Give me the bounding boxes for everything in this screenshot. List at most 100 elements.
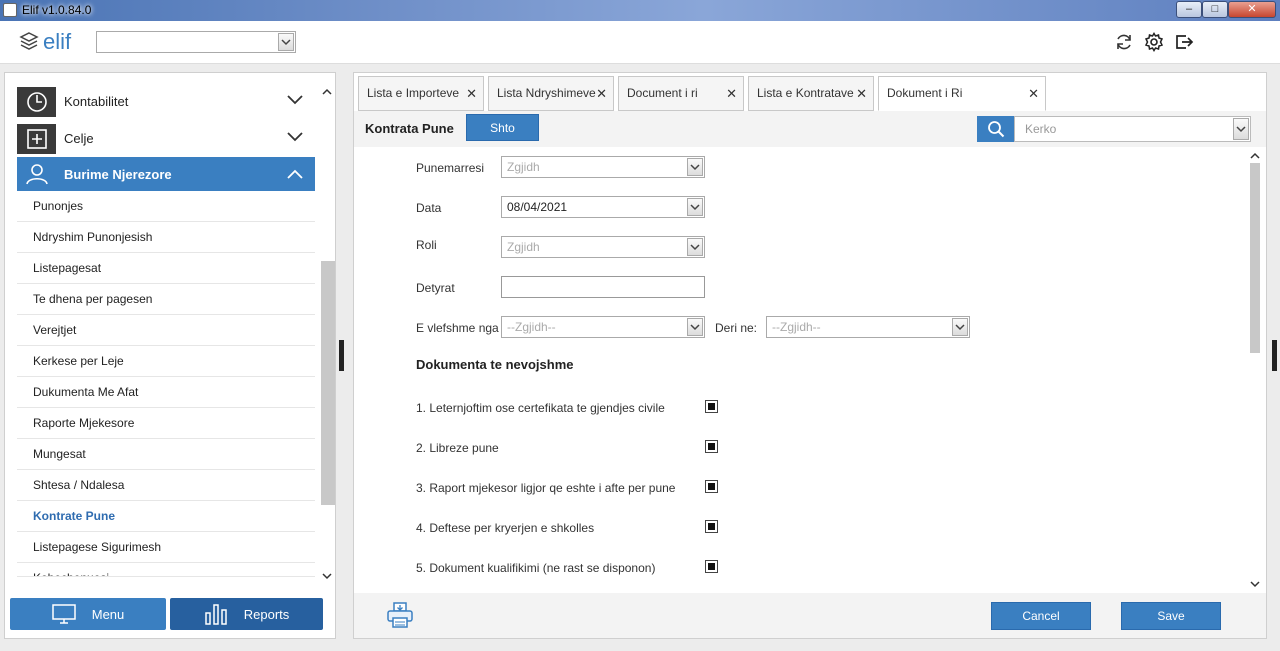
employee-select[interactable]: Zgjidh bbox=[501, 156, 705, 178]
document-label: 1. Leternjoftim ose certefikata te gjend… bbox=[416, 401, 665, 415]
app-icon bbox=[3, 3, 17, 17]
chevron-up-icon[interactable] bbox=[287, 169, 303, 179]
date-label: Data bbox=[416, 201, 442, 215]
close-icon[interactable]: ✕ bbox=[726, 77, 737, 110]
maximize-button[interactable]: □ bbox=[1202, 1, 1228, 18]
menu-button[interactable]: Menu bbox=[10, 598, 166, 630]
refresh-icon[interactable] bbox=[1114, 32, 1134, 52]
app-logo: elif bbox=[19, 29, 71, 55]
gear-icon[interactable] bbox=[1144, 32, 1164, 52]
form-scrollbar[interactable] bbox=[1248, 149, 1262, 593]
document-label: 2. Libreze pune bbox=[416, 441, 499, 455]
sidebar-item-kohechenuesi[interactable]: Kohechenuesi bbox=[17, 563, 315, 577]
employee-label: Punemarresi bbox=[416, 161, 485, 175]
chevron-down-icon[interactable] bbox=[687, 158, 703, 176]
chevron-down-icon[interactable] bbox=[687, 198, 703, 216]
printer-icon[interactable] bbox=[386, 601, 414, 629]
app-header: elif bbox=[0, 21, 1280, 64]
document-checkbox-2[interactable] bbox=[705, 440, 718, 453]
close-icon[interactable]: ✕ bbox=[856, 77, 867, 110]
window-titlebar: Elif v1.0.84.0 – □ ✕ bbox=[0, 0, 1280, 21]
sidebar-item-punonjes[interactable]: Punonjes bbox=[17, 191, 315, 222]
sidebar-group-label: Kontabilitet bbox=[64, 94, 129, 109]
sidebar-item-listepagese-sigurimesh[interactable]: Listepagese Sigurimesh bbox=[17, 532, 315, 563]
chevron-down-icon[interactable] bbox=[287, 132, 303, 142]
sidebar: Kontabilitet Celje Burime Njerezore Puno… bbox=[4, 72, 336, 639]
right-splitter-handle[interactable] bbox=[1272, 340, 1277, 371]
close-icon[interactable]: ✕ bbox=[466, 77, 477, 110]
document-label: 4. Deftese per kryerjen e shkolles bbox=[416, 521, 595, 535]
chevron-down-icon[interactable] bbox=[952, 318, 968, 336]
sidebar-group-celje[interactable]: Celje bbox=[17, 120, 315, 157]
sidebar-scroll-thumb[interactable] bbox=[321, 261, 335, 505]
tab-document-i-ri[interactable]: Document i ri ✕ bbox=[618, 76, 744, 111]
chevron-down-icon[interactable] bbox=[1249, 579, 1261, 589]
chevron-up-icon[interactable] bbox=[1249, 151, 1261, 161]
duties-label: Detyrat bbox=[416, 281, 455, 295]
bar-chart-icon bbox=[204, 604, 227, 625]
monitor-icon bbox=[51, 604, 76, 624]
close-window-button[interactable]: ✕ bbox=[1228, 1, 1276, 18]
sidebar-item-kerkese-per-leje[interactable]: Kerkese per Leje bbox=[17, 346, 315, 377]
document-checkbox-5[interactable] bbox=[705, 560, 718, 573]
logo-text: elif bbox=[43, 29, 72, 54]
chevron-down-icon[interactable] bbox=[1233, 118, 1249, 140]
tab-lista-e-kontratave[interactable]: Lista e Kontratave ✕ bbox=[748, 76, 874, 111]
page-title: Kontrata Pune bbox=[365, 121, 454, 136]
chevron-down-icon[interactable] bbox=[321, 571, 333, 581]
save-button[interactable]: Save bbox=[1121, 602, 1221, 630]
valid-to-select[interactable]: --Zgjidh-- bbox=[766, 316, 970, 338]
sidebar-group-burime-njerezore[interactable]: Burime Njerezore bbox=[17, 157, 315, 191]
tab-lista-e-importeve[interactable]: Lista e Importeve ✕ bbox=[358, 76, 484, 111]
document-checkbox-4[interactable] bbox=[705, 520, 718, 533]
clock-icon bbox=[17, 86, 56, 117]
cancel-button[interactable]: Cancel bbox=[991, 602, 1091, 630]
plus-box-icon bbox=[17, 123, 56, 154]
reports-button[interactable]: Reports bbox=[170, 598, 323, 630]
form-footer: Cancel Save bbox=[354, 593, 1266, 638]
documents-section-title: Dokumenta te nevojshme bbox=[416, 357, 574, 372]
sidebar-item-verejtjet[interactable]: Verejtjet bbox=[17, 315, 315, 346]
window-title: Elif v1.0.84.0 bbox=[22, 3, 92, 17]
sidebar-item-mungesat[interactable]: Mungesat bbox=[17, 439, 315, 470]
chevron-down-icon[interactable] bbox=[278, 33, 294, 51]
duties-input[interactable] bbox=[501, 276, 705, 298]
left-splitter-handle[interactable] bbox=[339, 340, 344, 371]
chevron-down-icon[interactable] bbox=[687, 238, 703, 256]
logout-icon[interactable] bbox=[1174, 32, 1194, 52]
valid-to-label: Deri ne: bbox=[715, 321, 758, 335]
document-checkbox-3[interactable] bbox=[705, 480, 718, 493]
chevron-down-icon[interactable] bbox=[687, 318, 703, 336]
tab-dokument-i-ri[interactable]: Dokument i Ri ✕ bbox=[878, 76, 1046, 111]
search-icon bbox=[987, 121, 1004, 138]
form-scroll-thumb[interactable] bbox=[1250, 163, 1260, 353]
search-button[interactable] bbox=[977, 116, 1014, 142]
valid-from-select[interactable]: --Zgjidh-- bbox=[501, 316, 705, 338]
tab-lista-ndryshimeve[interactable]: Lista Ndryshimeve ✕ bbox=[488, 76, 614, 111]
sidebar-group-kontabilitet[interactable]: Kontabilitet bbox=[17, 83, 315, 120]
document-label: 5. Dokument kualifikimi (ne rast se disp… bbox=[416, 561, 656, 575]
sidebar-item-ndryshim-punonjesish[interactable]: Ndryshim Punonjesish bbox=[17, 222, 315, 253]
sidebar-item-listepagesat[interactable]: Listepagesat bbox=[17, 253, 315, 284]
company-select[interactable] bbox=[96, 31, 296, 53]
sidebar-item-te-dhena-per-pagesen[interactable]: Te dhena per pagesen bbox=[17, 284, 315, 315]
date-picker[interactable]: 08/04/2021 bbox=[501, 196, 705, 218]
role-select[interactable]: Zgjidh bbox=[501, 236, 705, 258]
minimize-button[interactable]: – bbox=[1176, 1, 1202, 18]
add-button[interactable]: Shto bbox=[466, 114, 539, 141]
sidebar-item-raporte-mjekesore[interactable]: Raporte Mjekesore bbox=[17, 408, 315, 439]
chevron-up-icon[interactable] bbox=[321, 87, 333, 97]
search-input[interactable]: Kerko bbox=[1014, 116, 1251, 142]
form-toolbar: Kontrata Pune Shto Kerko bbox=[354, 111, 1266, 147]
close-icon[interactable]: ✕ bbox=[596, 77, 607, 110]
sidebar-scrollbar[interactable] bbox=[320, 85, 335, 585]
sidebar-item-kontrate-pune[interactable]: Kontrate Pune bbox=[17, 501, 315, 532]
document-label: 3. Raport mjekesor ligjor qe eshte i aft… bbox=[416, 481, 676, 495]
sidebar-item-dukumenta-me-afat[interactable]: Dukumenta Me Afat bbox=[17, 377, 315, 408]
search-box: Kerko bbox=[977, 116, 1251, 142]
chevron-down-icon[interactable] bbox=[287, 95, 303, 105]
contract-form: Punemarresi Zgjidh Data 08/04/2021 Roli … bbox=[354, 147, 1250, 593]
close-icon[interactable]: ✕ bbox=[1028, 77, 1039, 110]
document-checkbox-1[interactable] bbox=[705, 400, 718, 413]
sidebar-item-shtesa-ndalesa[interactable]: Shtesa / Ndalesa bbox=[17, 470, 315, 501]
